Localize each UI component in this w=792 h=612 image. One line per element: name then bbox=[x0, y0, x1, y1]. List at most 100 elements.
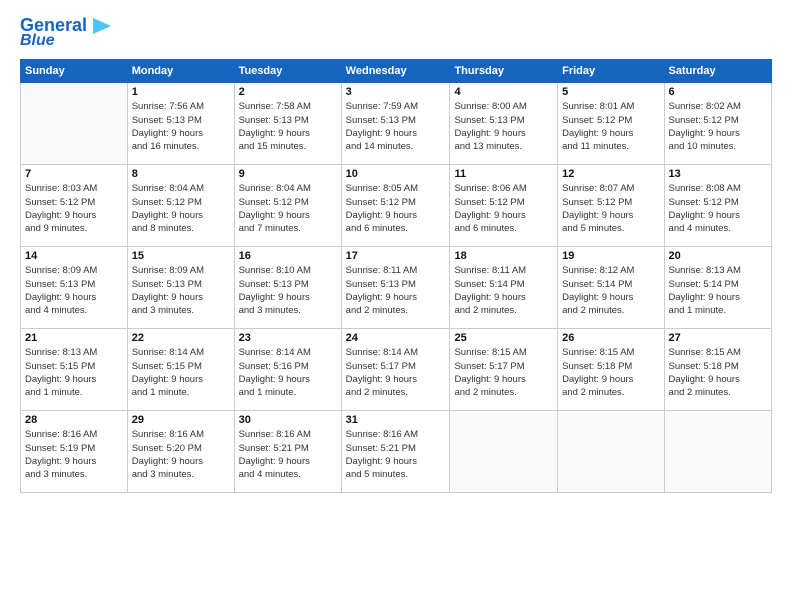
day-info: Sunrise: 8:04 AM Sunset: 5:12 PM Dayligh… bbox=[132, 182, 230, 235]
day-number: 5 bbox=[562, 86, 659, 98]
day-info: Sunrise: 8:03 AM Sunset: 5:12 PM Dayligh… bbox=[25, 182, 123, 235]
day-number: 17 bbox=[346, 250, 446, 262]
calendar-cell: 15 Sunrise: 8:09 AM Sunset: 5:13 PM Dayli… bbox=[127, 247, 234, 329]
logo-arrow-icon bbox=[89, 18, 111, 34]
day-number: 28 bbox=[25, 414, 123, 426]
day-info: Sunrise: 8:09 AM Sunset: 5:13 PM Dayligh… bbox=[132, 264, 230, 317]
day-number: 25 bbox=[454, 332, 553, 344]
calendar-cell: 9 Sunrise: 8:04 AM Sunset: 5:12 PM Daylig… bbox=[234, 165, 341, 247]
day-number: 11 bbox=[454, 168, 553, 180]
day-info: Sunrise: 8:12 AM Sunset: 5:14 PM Dayligh… bbox=[562, 264, 659, 317]
weekday-header-friday: Friday bbox=[558, 60, 664, 83]
calendar-cell bbox=[664, 411, 771, 493]
logo: General Blue bbox=[20, 16, 111, 49]
calendar-week-row: 7 Sunrise: 8:03 AM Sunset: 5:12 PM Daylig… bbox=[21, 165, 772, 247]
calendar-cell: 31Sunrise: 8:16 AM Sunset: 5:21 PM Dayli… bbox=[341, 411, 450, 493]
day-info: Sunrise: 8:08 AM Sunset: 5:12 PM Dayligh… bbox=[669, 182, 767, 235]
day-info: Sunrise: 8:09 AM Sunset: 5:13 PM Dayligh… bbox=[25, 264, 123, 317]
day-number: 23 bbox=[239, 332, 337, 344]
day-number: 8 bbox=[132, 168, 230, 180]
calendar-cell: 12 Sunrise: 8:07 AM Sunset: 5:12 PM Dayli… bbox=[558, 165, 664, 247]
calendar-cell: 21Sunrise: 8:13 AM Sunset: 5:15 PM Dayli… bbox=[21, 329, 128, 411]
calendar-header: SundayMondayTuesdayWednesdayThursdayFrid… bbox=[21, 60, 772, 83]
calendar-cell: 20 Sunrise: 8:13 AM Sunset: 5:14 PM Dayli… bbox=[664, 247, 771, 329]
calendar-cell: 14 Sunrise: 8:09 AM Sunset: 5:13 PM Dayli… bbox=[21, 247, 128, 329]
day-info: Sunrise: 8:05 AM Sunset: 5:12 PM Dayligh… bbox=[346, 182, 446, 235]
day-info: Sunrise: 8:15 AM Sunset: 5:17 PM Dayligh… bbox=[454, 346, 553, 399]
day-info: Sunrise: 8:13 AM Sunset: 5:14 PM Dayligh… bbox=[669, 264, 767, 317]
calendar-cell: 16Sunrise: 8:10 AM Sunset: 5:13 PM Dayli… bbox=[234, 247, 341, 329]
day-number: 15 bbox=[132, 250, 230, 262]
page: General Blue SundayMondayTuesdayWednesda… bbox=[0, 0, 792, 612]
weekday-header-thursday: Thursday bbox=[450, 60, 558, 83]
calendar-cell: 8 Sunrise: 8:04 AM Sunset: 5:12 PM Daylig… bbox=[127, 165, 234, 247]
day-info: Sunrise: 8:04 AM Sunset: 5:12 PM Dayligh… bbox=[239, 182, 337, 235]
day-number: 27 bbox=[669, 332, 767, 344]
calendar-cell bbox=[450, 411, 558, 493]
day-info: Sunrise: 8:14 AM Sunset: 5:15 PM Dayligh… bbox=[132, 346, 230, 399]
day-number: 31 bbox=[346, 414, 446, 426]
day-number: 24 bbox=[346, 332, 446, 344]
calendar-cell: 22 Sunrise: 8:14 AM Sunset: 5:15 PM Dayli… bbox=[127, 329, 234, 411]
weekday-header-monday: Monday bbox=[127, 60, 234, 83]
day-number: 3 bbox=[346, 86, 446, 98]
day-number: 29 bbox=[132, 414, 230, 426]
day-info: Sunrise: 8:01 AM Sunset: 5:12 PM Dayligh… bbox=[562, 100, 659, 153]
calendar-cell: 17Sunrise: 8:11 AM Sunset: 5:13 PM Dayli… bbox=[341, 247, 450, 329]
weekday-header-tuesday: Tuesday bbox=[234, 60, 341, 83]
calendar-cell bbox=[558, 411, 664, 493]
calendar-cell: 11 Sunrise: 8:06 AM Sunset: 5:12 PM Dayli… bbox=[450, 165, 558, 247]
calendar-cell: 24 Sunrise: 8:14 AM Sunset: 5:17 PM Dayli… bbox=[341, 329, 450, 411]
day-number: 1 bbox=[132, 86, 230, 98]
calendar-week-row: 28Sunrise: 8:16 AM Sunset: 5:19 PM Dayli… bbox=[21, 411, 772, 493]
day-info: Sunrise: 8:10 AM Sunset: 5:13 PM Dayligh… bbox=[239, 264, 337, 317]
day-number: 26 bbox=[562, 332, 659, 344]
calendar-cell: 28Sunrise: 8:16 AM Sunset: 5:19 PM Dayli… bbox=[21, 411, 128, 493]
calendar-cell: 7 Sunrise: 8:03 AM Sunset: 5:12 PM Daylig… bbox=[21, 165, 128, 247]
day-number: 13 bbox=[669, 168, 767, 180]
day-info: Sunrise: 8:06 AM Sunset: 5:12 PM Dayligh… bbox=[454, 182, 553, 235]
header: General Blue bbox=[20, 16, 772, 49]
weekday-header-sunday: Sunday bbox=[21, 60, 128, 83]
calendar-cell: 30 Sunrise: 8:16 AM Sunset: 5:21 PM Dayli… bbox=[234, 411, 341, 493]
calendar: SundayMondayTuesdayWednesdayThursdayFrid… bbox=[20, 59, 772, 493]
day-number: 2 bbox=[239, 86, 337, 98]
day-info: Sunrise: 8:07 AM Sunset: 5:12 PM Dayligh… bbox=[562, 182, 659, 235]
calendar-week-row: 14 Sunrise: 8:09 AM Sunset: 5:13 PM Dayli… bbox=[21, 247, 772, 329]
day-info: Sunrise: 8:15 AM Sunset: 5:18 PM Dayligh… bbox=[669, 346, 767, 399]
day-info: Sunrise: 8:11 AM Sunset: 5:14 PM Dayligh… bbox=[454, 264, 553, 317]
day-number: 12 bbox=[562, 168, 659, 180]
day-number: 9 bbox=[239, 168, 337, 180]
calendar-cell: 19 Sunrise: 8:12 AM Sunset: 5:14 PM Dayli… bbox=[558, 247, 664, 329]
day-info: Sunrise: 8:15 AM Sunset: 5:18 PM Dayligh… bbox=[562, 346, 659, 399]
day-info: Sunrise: 7:56 AM Sunset: 5:13 PM Dayligh… bbox=[132, 100, 230, 153]
calendar-cell: 18 Sunrise: 8:11 AM Sunset: 5:14 PM Dayli… bbox=[450, 247, 558, 329]
day-info: Sunrise: 7:58 AM Sunset: 5:13 PM Dayligh… bbox=[239, 100, 337, 153]
day-number: 30 bbox=[239, 414, 337, 426]
day-number: 6 bbox=[669, 86, 767, 98]
calendar-cell: 29Sunrise: 8:16 AM Sunset: 5:20 PM Dayli… bbox=[127, 411, 234, 493]
day-number: 18 bbox=[454, 250, 553, 262]
day-info: Sunrise: 7:59 AM Sunset: 5:13 PM Dayligh… bbox=[346, 100, 446, 153]
day-number: 7 bbox=[25, 168, 123, 180]
logo-blue-text: Blue bbox=[20, 32, 55, 50]
day-info: Sunrise: 8:13 AM Sunset: 5:15 PM Dayligh… bbox=[25, 346, 123, 399]
day-info: Sunrise: 8:14 AM Sunset: 5:17 PM Dayligh… bbox=[346, 346, 446, 399]
weekday-header-wednesday: Wednesday bbox=[341, 60, 450, 83]
calendar-week-row: 21Sunrise: 8:13 AM Sunset: 5:15 PM Dayli… bbox=[21, 329, 772, 411]
calendar-cell: 1 Sunrise: 7:56 AM Sunset: 5:13 PM Daylig… bbox=[127, 83, 234, 165]
day-number: 22 bbox=[132, 332, 230, 344]
day-info: Sunrise: 8:02 AM Sunset: 5:12 PM Dayligh… bbox=[669, 100, 767, 153]
weekday-header-saturday: Saturday bbox=[664, 60, 771, 83]
weekday-row: SundayMondayTuesdayWednesdayThursdayFrid… bbox=[21, 60, 772, 83]
day-number: 19 bbox=[562, 250, 659, 262]
calendar-cell: 5 Sunrise: 8:01 AM Sunset: 5:12 PM Daylig… bbox=[558, 83, 664, 165]
day-number: 20 bbox=[669, 250, 767, 262]
calendar-cell: 26 Sunrise: 8:15 AM Sunset: 5:18 PM Dayli… bbox=[558, 329, 664, 411]
day-info: Sunrise: 8:16 AM Sunset: 5:21 PM Dayligh… bbox=[239, 428, 337, 481]
day-number: 14 bbox=[25, 250, 123, 262]
calendar-cell: 4Sunrise: 8:00 AM Sunset: 5:13 PM Daylig… bbox=[450, 83, 558, 165]
calendar-cell bbox=[21, 83, 128, 165]
day-number: 10 bbox=[346, 168, 446, 180]
calendar-cell: 25 Sunrise: 8:15 AM Sunset: 5:17 PM Dayli… bbox=[450, 329, 558, 411]
